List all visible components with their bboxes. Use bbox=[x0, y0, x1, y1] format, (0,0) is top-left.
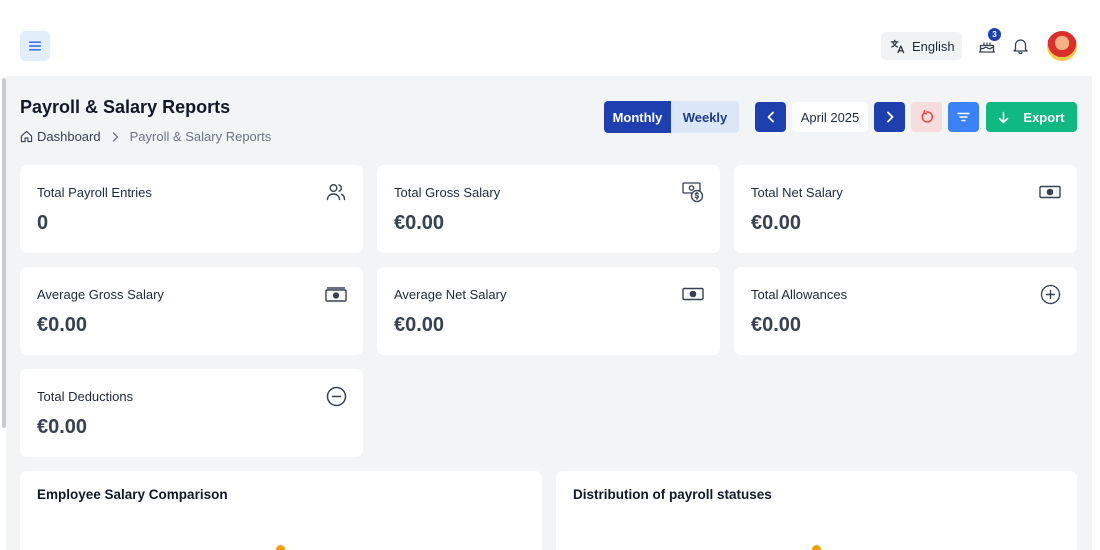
export-label: Export bbox=[1023, 109, 1065, 125]
breadcrumb-home-link[interactable]: Dashboard bbox=[20, 129, 101, 144]
previous-period-button[interactable] bbox=[755, 102, 786, 132]
arrow-down-icon bbox=[999, 111, 1009, 123]
home-icon bbox=[20, 130, 33, 143]
filter-icon bbox=[957, 112, 970, 122]
bell-icon bbox=[1013, 39, 1028, 55]
money-coin-icon bbox=[682, 181, 704, 203]
export-button[interactable]: Export bbox=[986, 102, 1077, 132]
stat-label: Average Net Salary bbox=[394, 287, 507, 302]
chevron-left-icon bbox=[767, 111, 774, 123]
stat-value: €0.00 bbox=[394, 212, 445, 234]
plus-circle-icon bbox=[1039, 283, 1061, 305]
stat-card-average-net-salary: Average Net Salary €0.00 bbox=[377, 267, 720, 355]
weekly-tab[interactable]: Weekly bbox=[671, 101, 739, 133]
stat-value: €0.00 bbox=[37, 314, 88, 336]
banknote-icon bbox=[1039, 181, 1061, 203]
chart-point bbox=[276, 545, 285, 550]
stat-value: €0.00 bbox=[751, 212, 802, 234]
notifications-button[interactable] bbox=[1012, 37, 1030, 57]
money-stack-icon bbox=[325, 283, 347, 305]
reset-button[interactable] bbox=[911, 102, 942, 132]
scrollbar[interactable] bbox=[2, 78, 6, 428]
chart-point bbox=[812, 545, 821, 550]
top-bar: English 3 bbox=[0, 0, 1092, 76]
menu-toggle-button[interactable] bbox=[20, 31, 50, 61]
language-selector[interactable]: English bbox=[881, 32, 962, 60]
refresh-icon bbox=[921, 110, 933, 123]
stat-label: Total Net Salary bbox=[751, 185, 843, 200]
page-title: Payroll & Salary Reports bbox=[20, 97, 231, 117]
banknote-icon bbox=[682, 283, 704, 305]
stat-value: €0.00 bbox=[37, 416, 88, 438]
next-period-button[interactable] bbox=[874, 102, 905, 132]
translate-icon bbox=[890, 39, 905, 53]
stat-value: 0 bbox=[37, 212, 49, 234]
stat-label: Total Deductions bbox=[37, 389, 134, 404]
stat-label: Average Gross Salary bbox=[37, 287, 164, 302]
monthly-tab[interactable]: Monthly bbox=[604, 101, 671, 133]
events-button[interactable]: 3 bbox=[978, 28, 1001, 56]
stat-value: €0.00 bbox=[394, 314, 445, 336]
stat-label: Total Gross Salary bbox=[394, 185, 501, 200]
notification-count-badge: 3 bbox=[988, 28, 1001, 41]
period-toggle: Monthly Weekly bbox=[604, 101, 739, 133]
breadcrumb-current: Payroll & Salary Reports bbox=[129, 129, 272, 144]
language-label: English bbox=[912, 38, 955, 54]
user-avatar[interactable] bbox=[1047, 31, 1077, 61]
payroll-status-distribution-panel: Distribution of payroll statuses bbox=[556, 471, 1077, 550]
stat-label: Total Payroll Entries bbox=[37, 185, 152, 200]
stat-card-total-net-salary: Total Net Salary €0.00 bbox=[734, 165, 1077, 253]
employee-salary-comparison-panel: Employee Salary Comparison bbox=[20, 471, 542, 550]
panel-title: Distribution of payroll statuses bbox=[573, 487, 772, 502]
chevron-right-icon bbox=[112, 131, 119, 142]
hamburger-icon bbox=[29, 41, 41, 51]
stat-card-total-allowances: Total Allowances €0.00 bbox=[734, 267, 1077, 355]
breadcrumb-home-label: Dashboard bbox=[37, 129, 101, 144]
breadcrumb-separator bbox=[112, 131, 119, 142]
stat-card-total-gross-salary: Total Gross Salary €0.00 bbox=[377, 165, 720, 253]
stat-label: Total Allowances bbox=[751, 287, 848, 302]
chevron-right-icon bbox=[886, 111, 893, 123]
stat-value: €0.00 bbox=[751, 314, 802, 336]
stat-card-average-gross-salary: Average Gross Salary €0.00 bbox=[20, 267, 363, 355]
minus-circle-icon bbox=[325, 385, 347, 407]
stat-card-total-deductions: Total Deductions €0.00 bbox=[20, 369, 363, 457]
users-icon bbox=[325, 181, 347, 203]
breadcrumb: Dashboard Payroll & Salary Reports bbox=[20, 129, 271, 144]
current-date-display[interactable]: April 2025 bbox=[792, 102, 868, 132]
panel-title: Employee Salary Comparison bbox=[37, 487, 228, 502]
filter-button[interactable] bbox=[948, 102, 979, 132]
stat-card-total-payroll-entries: Total Payroll Entries 0 bbox=[20, 165, 363, 253]
